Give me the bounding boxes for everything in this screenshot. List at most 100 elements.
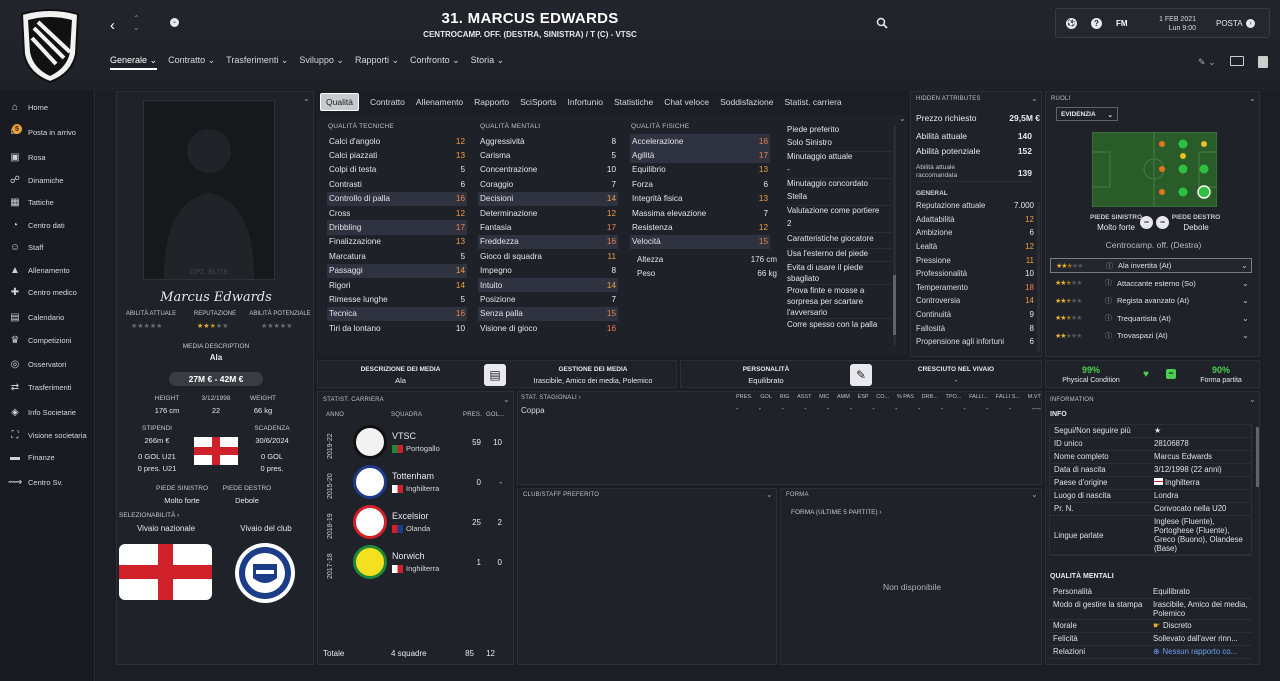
- technical-attr-row: Passaggi 14: [327, 263, 467, 278]
- sidebar-item-tactics[interactable]: ▦ Tattiche: [0, 192, 95, 212]
- technical-attr-value: 14: [455, 266, 465, 276]
- sidebar-item-dynamics[interactable]: ☍ Dinamiche: [0, 170, 95, 190]
- role-row[interactable]: ★★★★★ ⓘ Attaccante esterno (So) ⌄: [1050, 276, 1252, 291]
- sidebar-item-inbox[interactable]: ✉Posta in arrivo5: [0, 122, 95, 142]
- trait-line: Piede preferito: [787, 125, 840, 134]
- selection-label[interactable]: SELEZIONABILITÀ ›: [119, 512, 179, 519]
- tab-infortunio[interactable]: Infortunio: [568, 94, 603, 110]
- nav-contratto[interactable]: Contratto ⌄: [168, 55, 215, 70]
- season-stats-title[interactable]: STAT. STAGIONALI ›: [521, 395, 581, 401]
- role-row[interactable]: ★★★★★ ⓘ Regista avanzato (At) ⌄: [1050, 293, 1252, 308]
- nav-trasferimenti[interactable]: Trasferimenti ⌄: [226, 55, 288, 70]
- mental-attr-name: Determinazione: [480, 208, 538, 218]
- tab-contratto[interactable]: Contratto: [370, 94, 405, 110]
- info-row[interactable]: Segui/Non seguire più ★: [1050, 425, 1251, 438]
- career-team[interactable]: Tottenham: [392, 471, 434, 481]
- tab-soddisfazione[interactable]: Soddisfazione: [720, 94, 773, 110]
- header-bar: ‹ ⌃ ⌄ ⌄ 31. MARCUS EDWARDS CENTROCAMP. OF…: [0, 0, 1280, 90]
- chevron-down-icon[interactable]: ⌄: [1249, 395, 1256, 404]
- tab-statistiche[interactable]: Statistiche: [614, 94, 653, 110]
- trait-line: 2: [787, 219, 892, 233]
- pa-row: Abilità potenziale 152: [916, 146, 1032, 156]
- edit-icon[interactable]: ✎ ⌄: [1198, 57, 1216, 68]
- sidebar-item-medical[interactable]: ✚ Centro medico: [0, 282, 95, 302]
- fm-logo[interactable]: FM: [1116, 19, 1128, 28]
- info-scrollbar[interactable]: [1256, 427, 1259, 487]
- media-desc-label: DESCRIZIONE DEI MEDIA: [360, 366, 441, 373]
- career-total-teams: 4 squadre: [391, 649, 427, 658]
- sidebar-item-shirt[interactable]: ▣ Rosa: [0, 147, 95, 167]
- continue-button[interactable]: POSTA: [1216, 19, 1243, 28]
- back-arrow-icon[interactable]: ‹: [110, 17, 115, 34]
- info-icon[interactable]: ⓘ: [1106, 261, 1118, 271]
- career-row[interactable]: 2015-20 Tottenham Inghilterra 0 -: [322, 463, 512, 503]
- chevron-down-icon[interactable]: ⌄: [899, 114, 906, 123]
- up-down-arrows-icon[interactable]: ⌃ ⌄: [133, 14, 140, 32]
- career-row[interactable]: 2018-19 Excelsior Olanda 25 2: [322, 503, 512, 543]
- tab-rapporto[interactable]: Rapporto: [474, 94, 509, 110]
- nav-rapporti[interactable]: Rapporti ⌄: [355, 55, 399, 70]
- career-row[interactable]: 2017-18 Norwich Inghilterra 1 0: [322, 543, 512, 583]
- sidebar-item-data[interactable]: ◔ Centro dati: [0, 215, 95, 235]
- chevron-down-icon[interactable]: ⌄: [766, 490, 773, 499]
- info-icon[interactable]: ⓘ: [1105, 278, 1117, 288]
- dropdown-circle-icon[interactable]: ⌄: [170, 18, 179, 27]
- career-team[interactable]: Norwich: [392, 551, 425, 561]
- search-icon[interactable]: [876, 17, 888, 29]
- career-row[interactable]: 2019-22 VTSC Portogallo 59 10: [322, 423, 512, 463]
- info-icon[interactable]: ⓘ: [1105, 296, 1117, 306]
- sidebar-item-staff[interactable]: ☺ Staff: [0, 237, 95, 257]
- career-team[interactable]: Excelsior: [392, 511, 429, 521]
- tab-statist-carriera[interactable]: Statist. carriera: [784, 94, 841, 110]
- club-crest-icon[interactable]: [16, 6, 84, 84]
- sidebar-item-home[interactable]: ⌂ Home: [0, 97, 95, 117]
- chevron-down-icon[interactable]: ⌄: [503, 395, 510, 404]
- sidebar-item-trophy[interactable]: ♛ Competizioni: [0, 330, 95, 350]
- clipboard-icon[interactable]: [1258, 56, 1268, 68]
- career-goals: 0: [497, 558, 502, 567]
- form-subtitle[interactable]: FORMA (ULTIME 5 PARTITE) ›: [791, 509, 882, 516]
- tab-chat-veloce[interactable]: Chat veloce: [664, 94, 709, 110]
- chevron-down-icon[interactable]: ⌄: [1242, 296, 1252, 305]
- nav-confronto[interactable]: Confronto ⌄: [410, 55, 460, 70]
- hidden-scrollbar[interactable]: [1037, 202, 1040, 352]
- screen-icon[interactable]: [1230, 56, 1244, 66]
- role-row[interactable]: ★★★★★ ⓘ Ala invertita (At) ⌄: [1050, 258, 1252, 273]
- info-icon[interactable]: ⓘ: [1105, 331, 1117, 341]
- continue-arrow-icon[interactable]: ›: [1246, 19, 1255, 28]
- sidebar-item-calendar[interactable]: ▤ Calendario: [0, 307, 95, 327]
- info-row: Pr. N. Convocato nella U20: [1050, 503, 1251, 516]
- chevron-down-icon[interactable]: ⌄: [1242, 331, 1252, 340]
- info-icon[interactable]: ⓘ: [1105, 313, 1117, 323]
- tab-scisports[interactable]: SciSports: [520, 94, 556, 110]
- sidebar-item-scout[interactable]: ◎ Osservatori: [0, 354, 95, 374]
- chevron-down-icon[interactable]: ⌄: [1031, 94, 1038, 103]
- chevron-down-icon[interactable]: ⌄: [1241, 261, 1251, 270]
- sidebar-item-label: Trasferimenti: [28, 382, 72, 392]
- chevron-down-icon[interactable]: ⌄: [303, 94, 310, 103]
- chevron-down-icon[interactable]: ⌄: [1249, 94, 1256, 103]
- sidebar-item-club-info[interactable]: ◈ Info Societarie: [0, 402, 95, 422]
- traits-scrollbar[interactable]: [893, 125, 896, 345]
- role-row[interactable]: ★★★★★ ⓘ Trequartista (At) ⌄: [1050, 311, 1252, 326]
- ball-icon[interactable]: ⚽: [1066, 18, 1077, 29]
- sidebar-item-vision[interactable]: ⛶ Visione societaria: [0, 425, 95, 445]
- help-icon[interactable]: ?: [1091, 18, 1102, 29]
- tab-qualita[interactable]: Qualità: [320, 93, 359, 111]
- roles-right-foot-label: PIEDE DESTRO: [1171, 214, 1221, 221]
- highlight-dropdown[interactable]: EVIDENZIA ⌄: [1056, 107, 1118, 121]
- chevron-down-icon[interactable]: ⌄: [1242, 314, 1252, 323]
- tab-allenamento[interactable]: Allenamento: [416, 94, 463, 110]
- nav-storia[interactable]: Storia ⌄: [471, 55, 505, 70]
- chevron-down-icon[interactable]: ⌄: [1242, 279, 1252, 288]
- nav-generale[interactable]: Generale ⌄: [110, 55, 158, 70]
- sidebar-item-transfer[interactable]: ⇄ Trasferimenti: [0, 377, 95, 397]
- role-row[interactable]: ★★★★★ ⓘ Trovaspazi (At) ⌄: [1050, 328, 1252, 343]
- sidebar-item-development[interactable]: ⟿ Centro Sv.: [0, 472, 95, 492]
- sidebar-item-training[interactable]: ▲ Allenamento: [0, 260, 95, 280]
- nav-sviluppo[interactable]: Sviluppo ⌄: [299, 55, 344, 70]
- trait-line: Valutazione come portiere: [787, 206, 880, 215]
- career-team[interactable]: VTSC: [392, 431, 416, 441]
- sidebar-item-finance[interactable]: ▬ Finanze: [0, 447, 95, 467]
- chevron-down-icon[interactable]: ⌄: [1031, 490, 1038, 499]
